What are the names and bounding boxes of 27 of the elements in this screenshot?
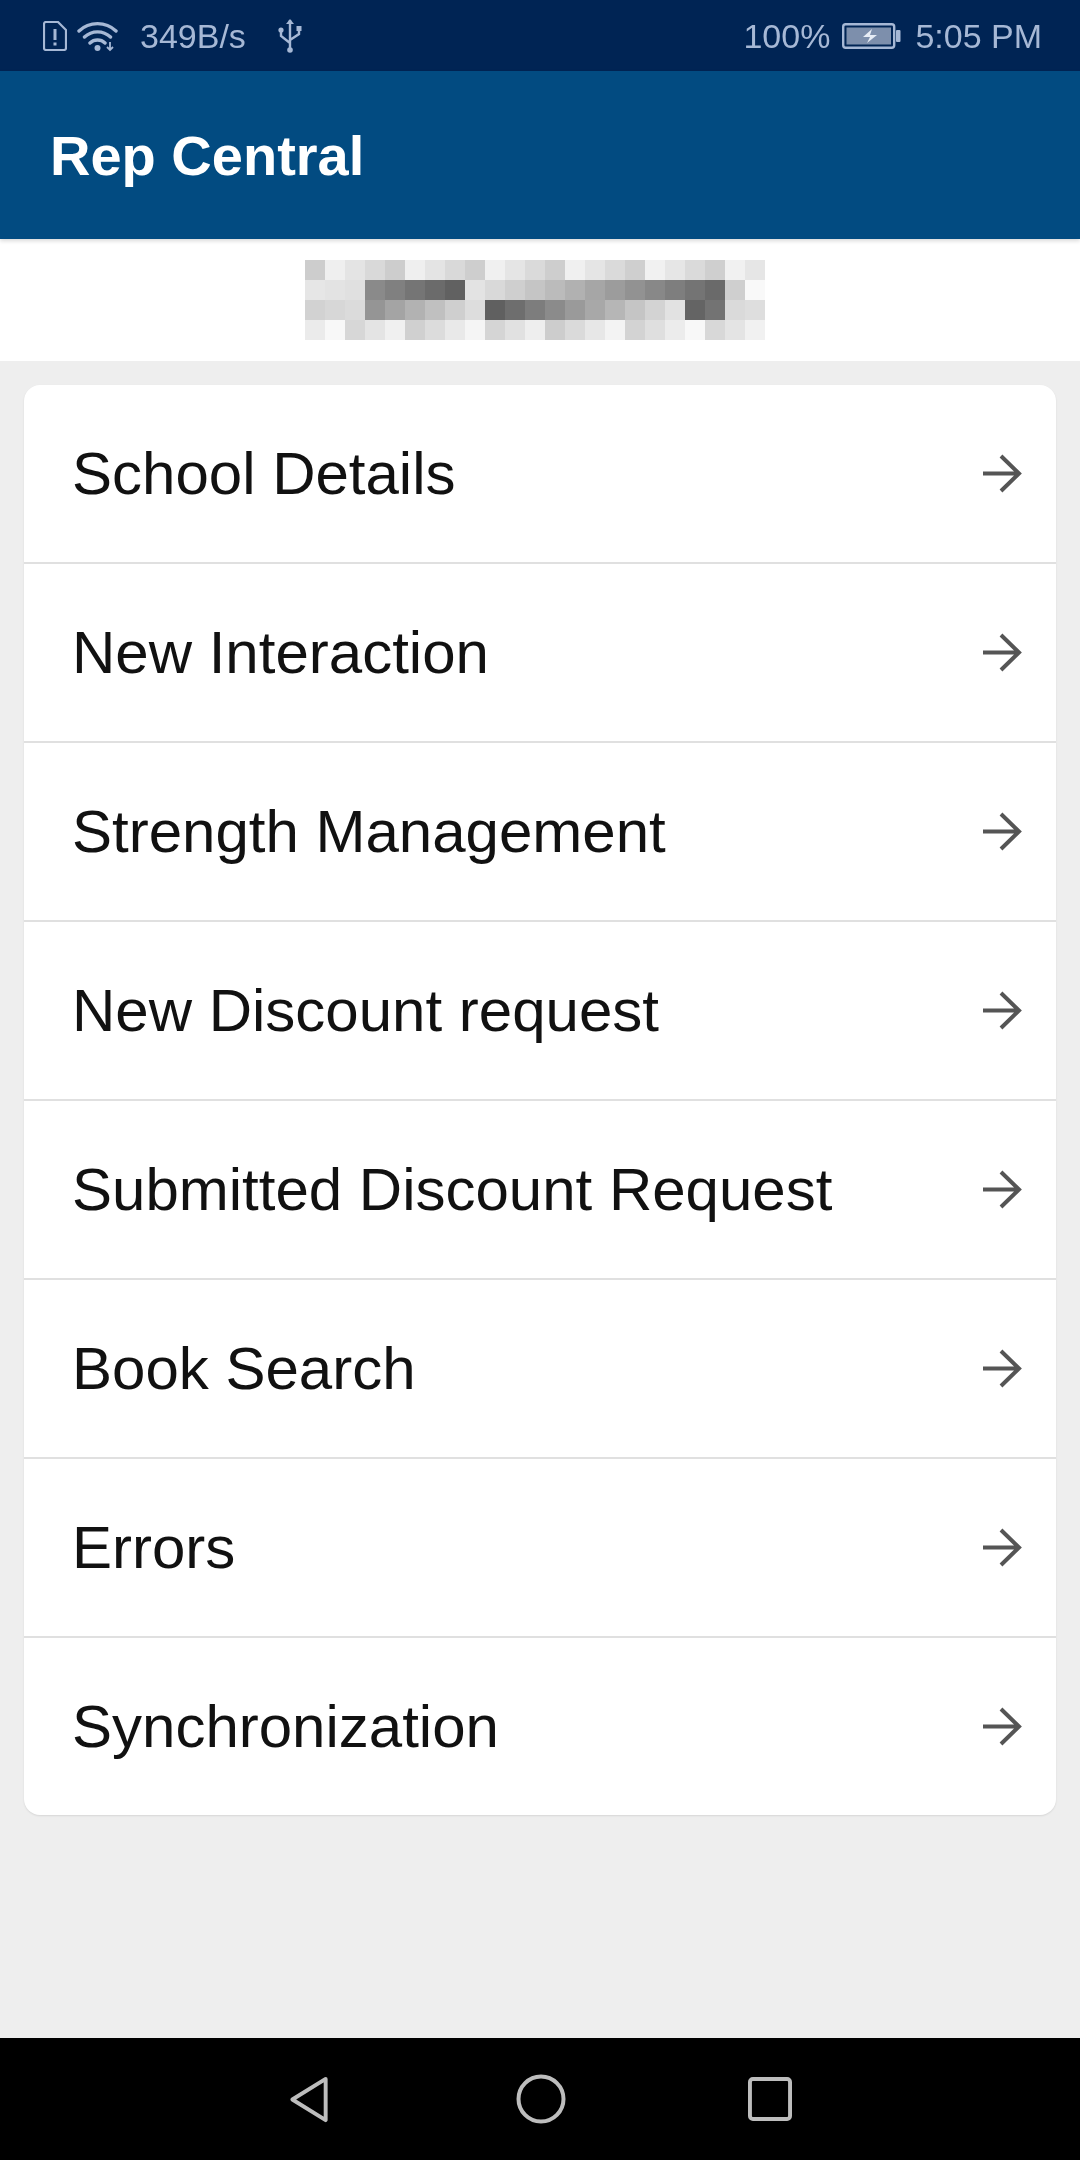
app-title: Rep Central xyxy=(50,122,365,188)
home-icon[interactable] xyxy=(516,2074,566,2124)
network-speed: 349B/s xyxy=(140,15,246,56)
menu-item[interactable]: Submitted Discount Request xyxy=(24,1099,1056,1278)
menu-item[interactable]: New Discount request xyxy=(24,920,1056,1099)
arrow-right-icon xyxy=(982,1528,1022,1567)
menu-item[interactable]: New Interaction xyxy=(24,562,1056,741)
menu-item[interactable]: Strength Management xyxy=(24,741,1056,920)
clock-time: 5:05 PM xyxy=(915,15,1042,56)
menu-item[interactable]: Book Search xyxy=(24,1278,1056,1457)
menu-item[interactable]: Synchronization xyxy=(24,1636,1056,1815)
battery-charging-icon xyxy=(842,22,902,49)
recent-apps-icon[interactable] xyxy=(748,2077,792,2121)
arrow-right-icon xyxy=(982,633,1022,672)
sim-alert-icon xyxy=(43,20,67,51)
arrow-right-icon xyxy=(982,991,1022,1030)
arrow-right-icon xyxy=(982,1349,1022,1388)
arrow-right-icon xyxy=(982,1707,1022,1746)
menu-item[interactable]: Errors xyxy=(24,1457,1056,1636)
arrow-right-icon xyxy=(982,812,1022,851)
usb-icon xyxy=(276,18,303,53)
back-icon[interactable] xyxy=(288,2074,330,2124)
arrow-right-icon xyxy=(982,1170,1022,1209)
menu-item[interactable]: School Details xyxy=(24,385,1056,562)
battery-percent: 100% xyxy=(743,15,831,56)
wifi-icon xyxy=(77,19,118,52)
arrow-right-icon xyxy=(982,454,1022,493)
